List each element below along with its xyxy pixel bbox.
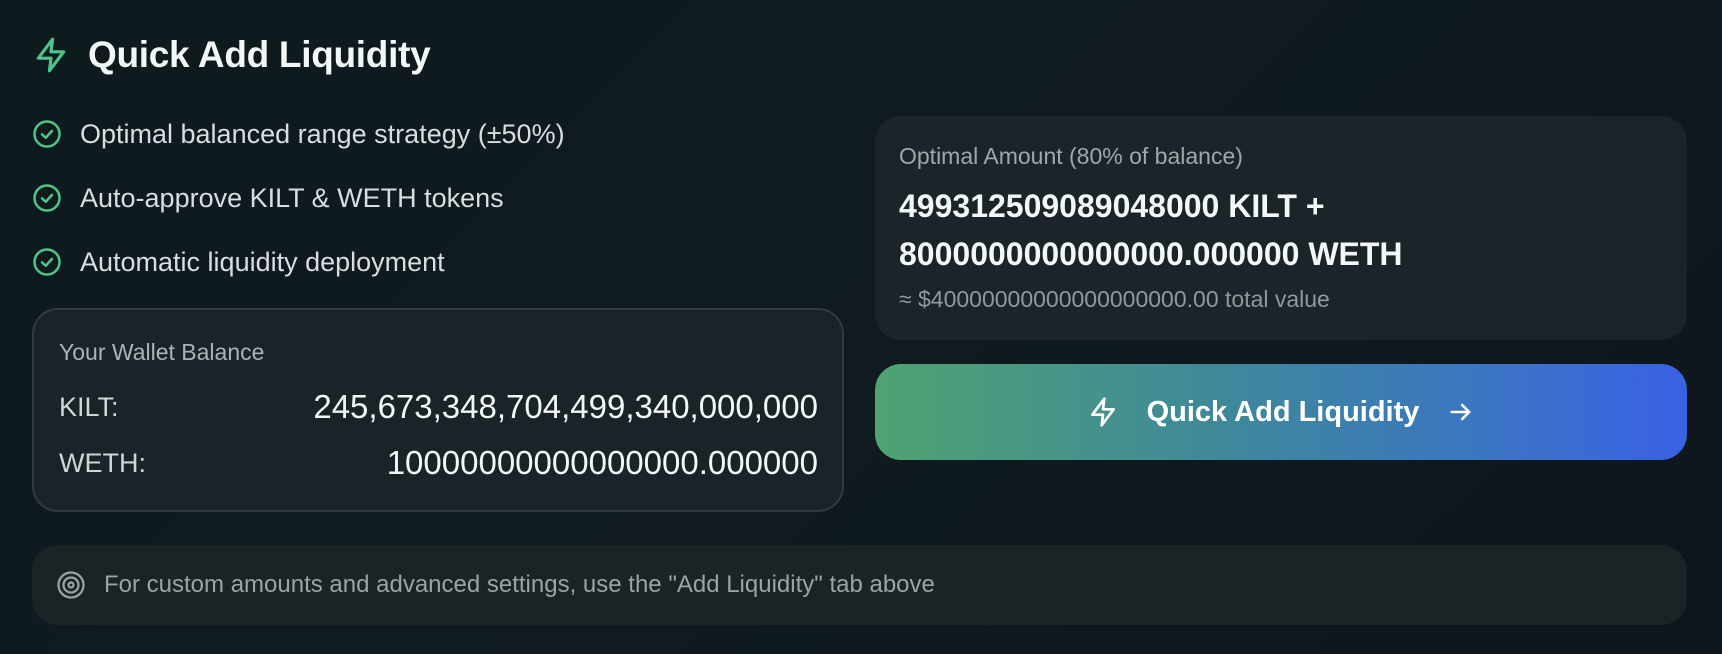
target-icon bbox=[56, 570, 86, 600]
wallet-token-label: KILT: bbox=[59, 391, 119, 422]
feature-item: Auto-approve KILT & WETH tokens bbox=[32, 182, 565, 214]
optimal-amount-line-kilt: 499312509089048000 KILT + bbox=[899, 188, 1325, 224]
quick-add-liquidity-button[interactable]: Quick Add Liquidity bbox=[875, 364, 1687, 460]
feature-list: Optimal balanced range strategy (±50%) A… bbox=[32, 118, 565, 278]
feature-label: Optimal balanced range strategy (±50%) bbox=[80, 118, 565, 149]
feature-label: Auto-approve KILT & WETH tokens bbox=[80, 182, 504, 213]
wallet-token-value: 245,673,348,704,499,340,000,000 bbox=[313, 388, 818, 425]
check-circle-icon bbox=[32, 183, 62, 213]
optimal-amount-card: Optimal Amount (80% of balance) 49931250… bbox=[875, 116, 1687, 340]
wallet-row-weth: WETH: 10000000000000000.000000 bbox=[59, 444, 818, 482]
wallet-balance-card: Your Wallet Balance KILT: 245,673,348,70… bbox=[32, 308, 844, 512]
wallet-token-label: WETH: bbox=[59, 447, 146, 478]
header: Quick Add Liquidity bbox=[32, 34, 431, 76]
wallet-token-value: 10000000000000000.000000 bbox=[386, 444, 818, 481]
wallet-balance-title: Your Wallet Balance bbox=[59, 339, 265, 365]
lightning-icon bbox=[32, 35, 70, 75]
quick-add-liquidity-label: Quick Add Liquidity bbox=[1146, 395, 1420, 428]
lightning-icon bbox=[1087, 395, 1119, 429]
feature-item: Automatic liquidity deployment bbox=[32, 246, 565, 278]
advanced-settings-text: For custom amounts and advanced settings… bbox=[104, 571, 935, 598]
wallet-row-kilt: KILT: 245,673,348,704,499,340,000,000 bbox=[59, 388, 818, 426]
optimal-amount-value: 499312509089048000 KILT + 80000000000000… bbox=[899, 182, 1403, 278]
check-circle-icon bbox=[32, 247, 62, 277]
optimal-amount-line-weth: 8000000000000000.000000 WETH bbox=[899, 236, 1403, 272]
feature-label: Automatic liquidity deployment bbox=[80, 246, 445, 277]
optimal-amount-label: Optimal Amount (80% of balance) bbox=[899, 143, 1243, 169]
advanced-settings-note: For custom amounts and advanced settings… bbox=[32, 545, 1687, 625]
feature-item: Optimal balanced range strategy (±50%) bbox=[32, 118, 565, 150]
page-title: Quick Add Liquidity bbox=[88, 34, 431, 75]
check-circle-icon bbox=[32, 119, 62, 149]
total-value-estimate: ≈ $40000000000000000000.00 total value bbox=[899, 286, 1330, 312]
arrow-right-icon bbox=[1447, 398, 1475, 426]
